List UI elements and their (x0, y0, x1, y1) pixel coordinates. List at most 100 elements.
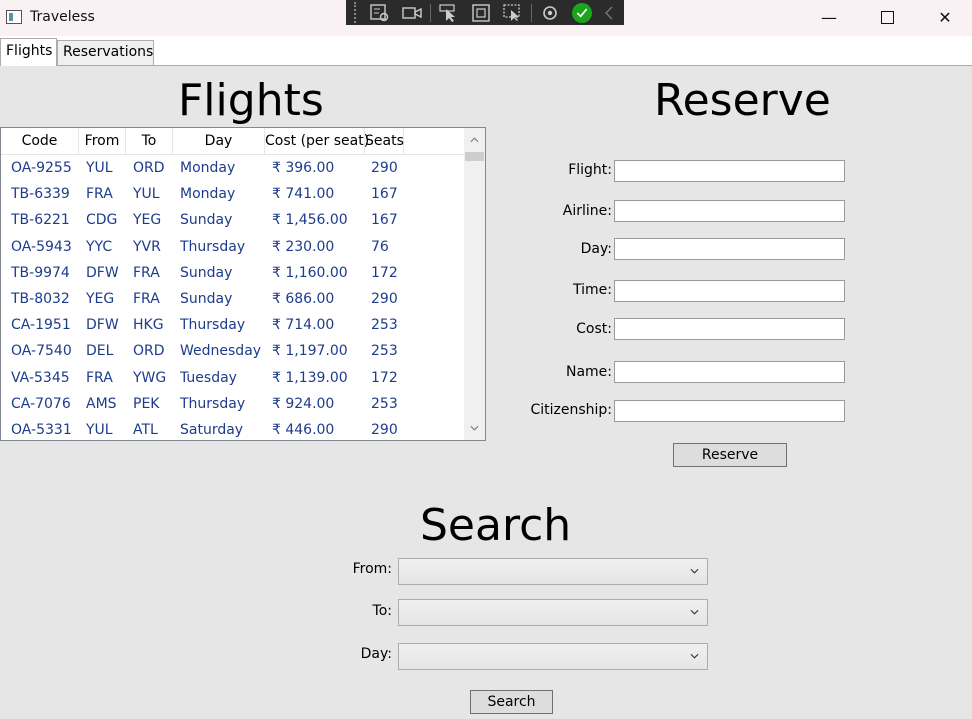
scroll-up-icon[interactable] (464, 130, 485, 150)
reserve-heading: Reserve (654, 75, 831, 126)
name-label: Name: (565, 364, 612, 380)
select-element-icon[interactable] (364, 0, 396, 25)
table-row[interactable]: CA-1951 DFW HKG Thursday ₹ 714.00 253 (1, 312, 464, 338)
cell-day: Sunday (180, 290, 233, 307)
video-icon[interactable] (396, 0, 428, 25)
column-header-code[interactable]: Code (1, 128, 79, 155)
cell-day: Wednesday (180, 343, 262, 360)
cell-code: CA-1951 (11, 317, 71, 334)
cell-to: YVR (133, 238, 161, 255)
collapse-chevron-icon[interactable] (598, 0, 620, 25)
cell-from: AMS (86, 395, 117, 412)
cell-day: Sunday (180, 212, 233, 229)
preview-selection-icon[interactable] (497, 0, 529, 25)
chevron-down-icon (690, 564, 699, 577)
cell-to: ORD (133, 343, 165, 360)
citizenship-field[interactable] (614, 400, 845, 422)
cell-from: YUL (86, 160, 113, 176)
cell-cost: ₹ 1,160.00 (272, 264, 348, 281)
maximize-button[interactable] (858, 0, 916, 34)
cell-cost: ₹ 1,139.00 (272, 369, 348, 386)
toolbar-separator (531, 3, 532, 22)
cell-from: YEG (86, 290, 115, 307)
day-select[interactable] (398, 643, 708, 670)
cell-seats: 253 (371, 343, 398, 360)
flight-field[interactable] (614, 160, 845, 182)
cell-seats: 167 (371, 212, 398, 229)
column-header-cost[interactable]: Cost (per seat) (265, 128, 369, 155)
cell-to: YWG (133, 369, 167, 386)
flight-label: Flight: (568, 162, 612, 178)
scroll-down-icon[interactable] (464, 418, 485, 438)
cell-code: TB-8032 (11, 290, 70, 307)
table-row[interactable]: OA-9255 YUL ORD Monday ₹ 396.00 290 (1, 155, 464, 181)
to-select[interactable] (398, 599, 708, 626)
reserve-button[interactable]: Reserve (673, 443, 787, 467)
cell-cost: ₹ 1,197.00 (272, 343, 348, 360)
column-header-to[interactable]: To (126, 128, 173, 155)
time-field[interactable] (614, 280, 845, 302)
flights-grid[interactable]: Code From To Day Cost (per seat) Seats O… (0, 127, 486, 441)
cell-to: FRA (133, 264, 160, 281)
cell-code: OA-5943 (11, 238, 72, 255)
cell-seats: 172 (371, 264, 398, 281)
table-row[interactable]: TB-8032 YEG FRA Sunday ₹ 686.00 290 (1, 286, 464, 312)
close-button[interactable]: ✕ (916, 0, 972, 34)
check-icon[interactable] (566, 0, 598, 25)
airline-field[interactable] (614, 200, 845, 222)
cell-from: YUL (86, 421, 113, 438)
to-label: To: (372, 603, 392, 619)
cell-from: DFW (86, 317, 119, 334)
cell-code: OA-5331 (11, 421, 72, 438)
tab-flights[interactable]: Flights (0, 38, 57, 66)
search-heading: Search (420, 500, 572, 551)
cell-from: DEL (86, 343, 114, 360)
cell-day: Tuesday (180, 369, 237, 386)
close-icon: ✕ (938, 7, 952, 27)
minimize-icon: — (821, 7, 837, 27)
time-label: Time: (573, 282, 612, 298)
cell-seats: 290 (371, 160, 398, 176)
column-header-from[interactable]: From (79, 128, 126, 155)
tab-reservations[interactable]: Reservations (57, 40, 154, 65)
scroll-thumb[interactable] (465, 152, 484, 161)
table-row[interactable]: OA-5331 YUL ATL Saturday ₹ 446.00 290 (1, 417, 464, 440)
cell-cost: ₹ 714.00 (272, 317, 335, 334)
cost-label: Cost: (576, 321, 612, 337)
cell-seats: 290 (371, 421, 398, 438)
column-header-seats[interactable]: Seats (365, 128, 404, 155)
cell-code: OA-7540 (11, 343, 72, 360)
cell-cost: ₹ 924.00 (272, 395, 335, 412)
cell-code: TB-6221 (11, 212, 70, 229)
table-row[interactable]: TB-6221 CDG YEG Sunday ₹ 1,456.00 167 (1, 207, 464, 233)
column-header-day[interactable]: Day (173, 128, 265, 155)
table-row[interactable]: OA-5943 YYC YVR Thursday ₹ 230.00 76 (1, 234, 464, 260)
hot-reload-icon[interactable] (534, 0, 566, 25)
table-row[interactable]: TB-6339 FRA YUL Monday ₹ 741.00 167 (1, 181, 464, 207)
cell-code: CA-7076 (11, 395, 71, 412)
cell-from: DFW (86, 264, 119, 281)
minimize-button[interactable]: — (800, 0, 858, 34)
cell-seats: 76 (371, 238, 389, 255)
toolbar-grip[interactable] (354, 2, 360, 23)
cell-code: OA-9255 (11, 160, 72, 176)
pointer-icon[interactable] (433, 0, 465, 25)
cell-cost: ₹ 396.00 (272, 160, 335, 176)
cell-seats: 167 (371, 186, 398, 203)
table-row[interactable]: TB-9974 DFW FRA Sunday ₹ 1,160.00 172 (1, 260, 464, 286)
name-field[interactable] (614, 361, 845, 383)
table-row[interactable]: OA-7540 DEL ORD Wednesday ₹ 1,197.00 253 (1, 338, 464, 364)
table-row[interactable]: CA-7076 AMS PEK Thursday ₹ 924.00 253 (1, 391, 464, 417)
cell-cost: ₹ 446.00 (272, 421, 335, 438)
cell-to: HKG (133, 317, 164, 334)
layout-box-icon[interactable] (465, 0, 497, 25)
cell-to: ATL (133, 421, 158, 438)
cell-to: YUL (133, 186, 160, 203)
table-row[interactable]: VA-5345 FRA YWG Tuesday ₹ 1,139.00 172 (1, 365, 464, 391)
day-field[interactable] (614, 238, 845, 260)
grid-scrollbar[interactable] (464, 128, 485, 440)
search-button[interactable]: Search (470, 690, 553, 714)
from-select[interactable] (398, 558, 708, 585)
cost-field[interactable] (614, 318, 845, 340)
flights-heading: Flights (178, 75, 324, 126)
